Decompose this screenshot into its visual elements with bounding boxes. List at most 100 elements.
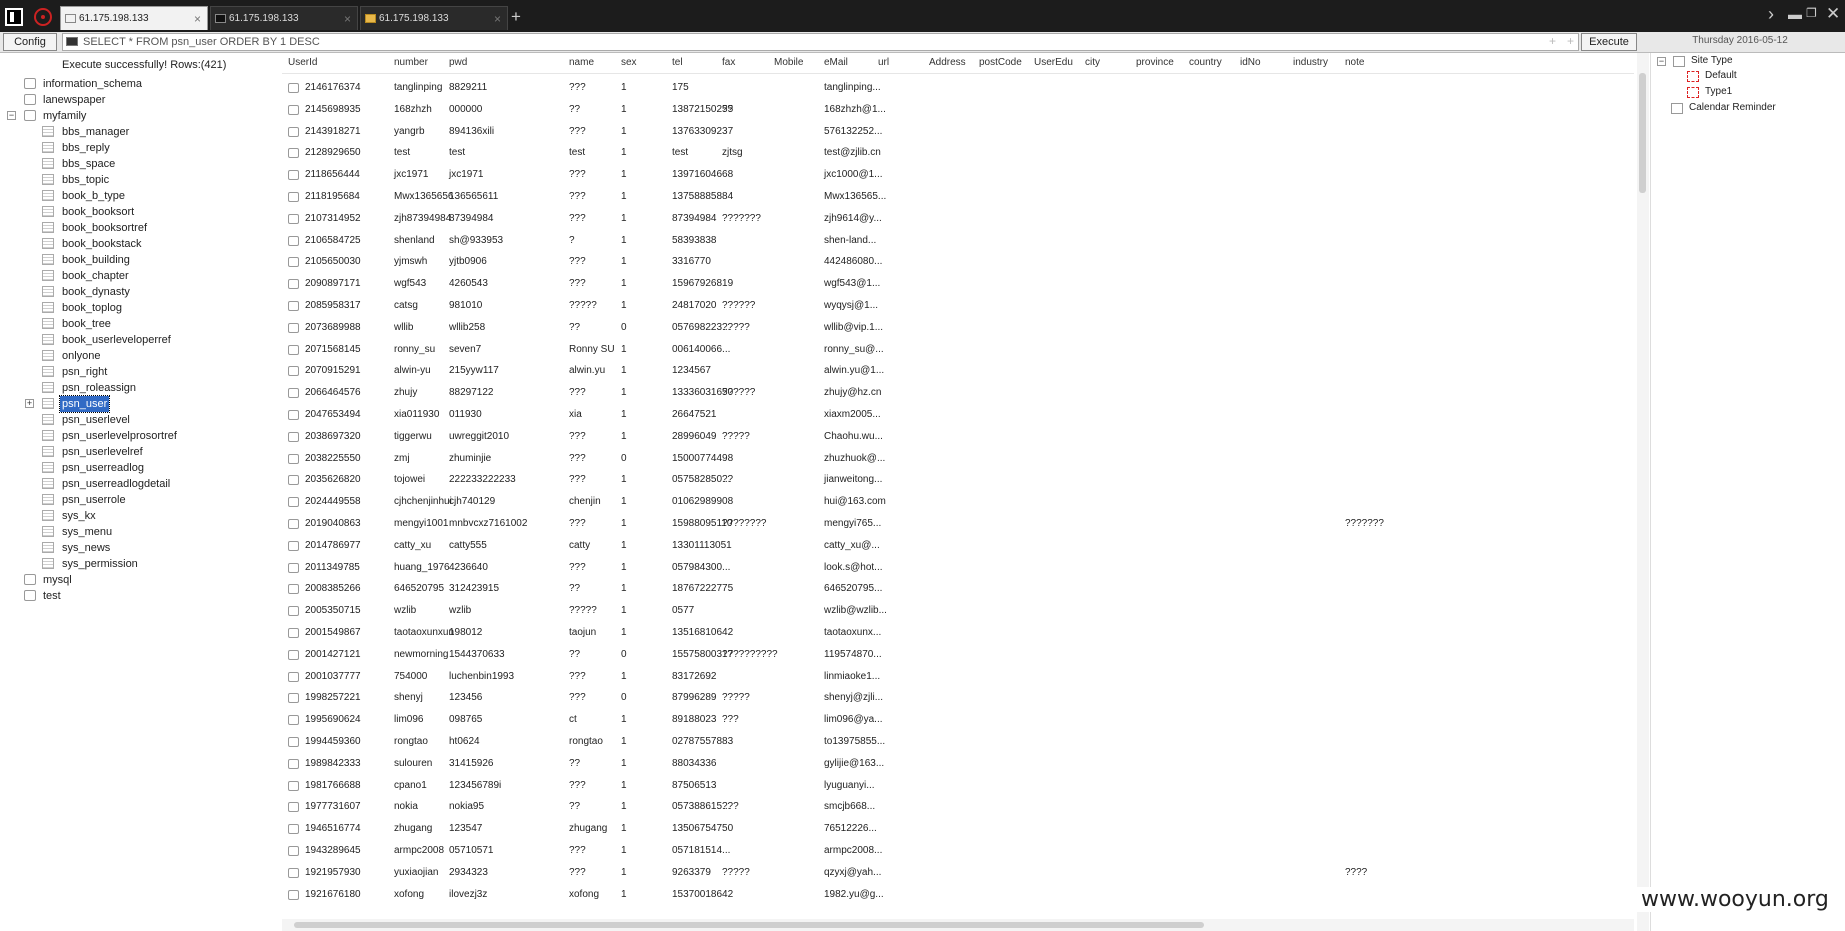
maximize-icon[interactable]: ❐ xyxy=(1806,6,1817,20)
row-checkbox[interactable] xyxy=(288,759,299,769)
row-checkbox[interactable] xyxy=(288,672,299,682)
row-checkbox[interactable] xyxy=(288,781,299,791)
row-checkbox[interactable] xyxy=(288,366,299,376)
table-row[interactable]: 2146176374 tanglinping 8829211??? 1 175 tangl… xyxy=(282,77,1634,99)
execute-button[interactable]: Execute xyxy=(1581,33,1637,51)
table-row[interactable]: 1921957930 yuxiaojian 2934323??? 1 9263379??… xyxy=(282,862,1634,884)
tree-table-psn_userlevelprosortref[interactable]: psn_userlevelprosortref xyxy=(0,428,280,444)
row-checkbox[interactable] xyxy=(288,105,299,115)
table-row[interactable]: 2014786977 catty_xu catty555 catty 1 13301113… xyxy=(282,535,1634,557)
minimize-icon[interactable]: ▬ xyxy=(1788,6,1802,22)
tree-table-book_chapter[interactable]: book_chapter xyxy=(0,268,280,284)
tree-table-psn_userrole[interactable]: psn_userrole xyxy=(0,492,280,508)
tree-table-book_booksort[interactable]: book_booksort xyxy=(0,204,280,220)
row-checkbox[interactable] xyxy=(288,693,299,703)
column-header-city[interactable]: city xyxy=(1085,57,1100,68)
horizontal-scrollbar[interactable] xyxy=(282,919,1634,931)
table-row[interactable]: 2085958317 catsg 981010????? 1 24817020?????… xyxy=(282,295,1634,317)
tree-table-psn_user[interactable]: + psn_user xyxy=(0,395,280,413)
tree-table-psn_userlevel[interactable]: psn_userlevel xyxy=(0,412,280,428)
table-row[interactable]: 1998257221 shenyj 123456??? 0 87996289????? s… xyxy=(282,687,1634,709)
row-checkbox[interactable] xyxy=(288,584,299,594)
sql-input[interactable]: SELECT * FROM psn_user ORDER BY 1 DESC +… xyxy=(62,33,1579,51)
tree-table-book_tree[interactable]: book_tree xyxy=(0,316,280,332)
tree-table-book_bookstack[interactable]: book_bookstack xyxy=(0,236,280,252)
column-header-email[interactable]: eMail xyxy=(824,57,848,68)
table-row[interactable]: 2118195684 Mwx1365656 136565611??? 1 1375888… xyxy=(282,186,1634,208)
tree-table-book_booksortref[interactable]: book_booksortref xyxy=(0,220,280,236)
tree-database-mysql[interactable]: mysql xyxy=(0,572,280,588)
column-header-country[interactable]: country xyxy=(1189,57,1222,68)
tree-table-sys_permission[interactable]: sys_permission xyxy=(0,556,280,572)
tree-table-psn_userreadlog[interactable]: psn_userreadlog xyxy=(0,460,280,476)
tree-database-myfamily[interactable]: − myfamily xyxy=(0,108,280,124)
row-checkbox[interactable] xyxy=(288,650,299,660)
table-row[interactable]: 2070915291 alwin-yu 215yyw117 alwin.yu 1 1234… xyxy=(282,360,1634,382)
add-tab-button[interactable]: + xyxy=(511,7,521,27)
plus-icon[interactable]: + xyxy=(1549,34,1556,48)
site-type-node[interactable]: − Site Type xyxy=(1657,53,1837,69)
tree-table-bbs_reply[interactable]: bbs_reply xyxy=(0,140,280,156)
row-checkbox[interactable] xyxy=(288,715,299,725)
table-row[interactable]: 2090897171 wgf543 4260543??? 1 15967926819 wg… xyxy=(282,273,1634,295)
row-checkbox[interactable] xyxy=(288,541,299,551)
row-checkbox[interactable] xyxy=(288,257,299,267)
column-header-mobile[interactable]: Mobile xyxy=(774,57,803,68)
column-header-userid[interactable]: UserId xyxy=(288,57,317,68)
table-row[interactable]: 2038697320 tiggerwu uwreggit2010??? 1 289960… xyxy=(282,426,1634,448)
row-checkbox[interactable] xyxy=(288,824,299,834)
row-checkbox[interactable] xyxy=(288,454,299,464)
tree-table-sys_menu[interactable]: sys_menu xyxy=(0,524,280,540)
column-header-name[interactable]: name xyxy=(569,57,594,68)
row-checkbox[interactable] xyxy=(288,323,299,333)
plus-icon[interactable]: + xyxy=(1567,34,1574,48)
tree-table-sys_kx[interactable]: sys_kx xyxy=(0,508,280,524)
table-row[interactable]: 1989842333 sulouren 31415926?? 1 88034336 gyl… xyxy=(282,753,1634,775)
column-header-pwd[interactable]: pwd xyxy=(449,57,467,68)
tree-table-book_toplog[interactable]: book_toplog xyxy=(0,300,280,316)
row-checkbox[interactable] xyxy=(288,170,299,180)
collapse-icon[interactable]: − xyxy=(7,111,16,120)
table-row[interactable]: 2038225550 zmj zhuminjie??? 0 15000774498 zhu… xyxy=(282,448,1634,470)
table-row[interactable]: 1977731607 nokia nokia95?? 1 057388615...???… xyxy=(282,796,1634,818)
table-row[interactable]: 2071568145 ronny_su seven7 Ronny SU 1 0061400… xyxy=(282,339,1634,361)
tree-table-psn_userlevelref[interactable]: psn_userlevelref xyxy=(0,444,280,460)
row-checkbox[interactable] xyxy=(288,410,299,420)
close-icon[interactable]: ✕ xyxy=(1826,4,1840,24)
chevron-right-icon[interactable]: › xyxy=(1768,4,1774,25)
table-row[interactable]: 2128929650 test test test 1 test zjtsg test@zjl… xyxy=(282,142,1634,164)
tree-table-bbs_space[interactable]: bbs_space xyxy=(0,156,280,172)
row-checkbox[interactable] xyxy=(288,301,299,311)
column-header-number[interactable]: number xyxy=(394,57,428,68)
row-checkbox[interactable] xyxy=(288,519,299,529)
table-row[interactable]: 1946516774 zhugang 123547 zhugang 1 135067547… xyxy=(282,818,1634,840)
tree-table-sys_news[interactable]: sys_news xyxy=(0,540,280,556)
tree-table-bbs_topic[interactable]: bbs_topic xyxy=(0,172,280,188)
site-type-type1[interactable]: Type1 xyxy=(1687,84,1837,100)
tab-session-3[interactable]: 61.175.198.133 × xyxy=(360,6,508,30)
table-row[interactable]: 2118656444 jxc1971 jxc1971??? 1 13971604668 j… xyxy=(282,164,1634,186)
row-checkbox[interactable] xyxy=(288,563,299,573)
column-header-postcode[interactable]: postCode xyxy=(979,57,1022,68)
scrollbar-thumb[interactable] xyxy=(1639,73,1646,193)
vertical-scrollbar[interactable] xyxy=(1637,53,1649,931)
column-header-sex[interactable]: sex xyxy=(621,57,637,68)
row-checkbox[interactable] xyxy=(288,192,299,202)
table-row[interactable]: 2035626820 tojowei 222233222233??? 1 0575828… xyxy=(282,469,1634,491)
table-row[interactable]: 2073689988 wllib wllib258?? 0 057698223...??… xyxy=(282,317,1634,339)
tab-close-icon[interactable]: × xyxy=(194,7,201,30)
scrollbar-thumb[interactable] xyxy=(294,922,1204,928)
row-checkbox[interactable] xyxy=(288,388,299,398)
column-header-url[interactable]: url xyxy=(878,57,889,68)
tab-session-1[interactable]: 61.175.198.133 × xyxy=(60,6,208,30)
table-row[interactable]: 1981766688 cpano1 123456789i??? 1 87506513 ly… xyxy=(282,775,1634,797)
row-checkbox[interactable] xyxy=(288,497,299,507)
table-row[interactable]: 2066464576 zhujy 88297122??? 1 13336031650??… xyxy=(282,382,1634,404)
table-row[interactable]: 2011349785 huang_1976 4236640??? 1 057984300… xyxy=(282,557,1634,579)
tree-table-book_userleveloperref[interactable]: book_userleveloperref xyxy=(0,332,280,348)
table-row[interactable]: 2005350715 wzlib wzlib????? 1 0577 wzlib@wzli… xyxy=(282,600,1634,622)
row-checkbox[interactable] xyxy=(288,737,299,747)
table-row[interactable]: 1994459360 rongtao ht0624 rongtao 1 027875578… xyxy=(282,731,1634,753)
column-header-note[interactable]: note xyxy=(1345,57,1364,68)
tab-close-icon[interactable]: × xyxy=(344,7,351,30)
